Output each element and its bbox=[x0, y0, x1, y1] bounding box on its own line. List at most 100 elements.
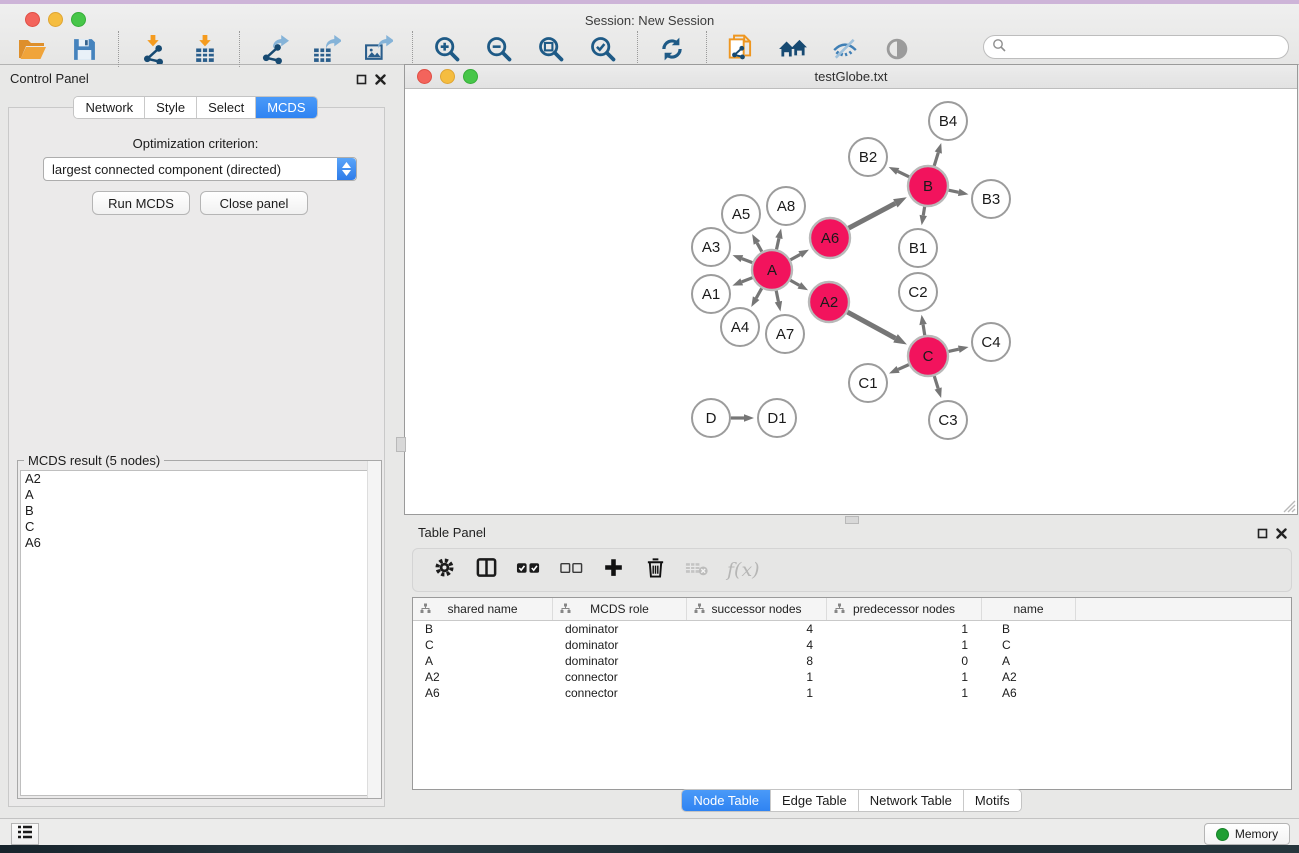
add-row-button[interactable] bbox=[601, 557, 625, 583]
result-item[interactable]: C bbox=[21, 519, 378, 535]
tab-edge-table[interactable]: Edge Table bbox=[771, 790, 859, 811]
graph-node-A[interactable]: A bbox=[752, 250, 792, 290]
table-cell: A2 bbox=[413, 670, 553, 684]
graph-node-A5[interactable]: A5 bbox=[722, 195, 760, 233]
column-header-name[interactable]: name bbox=[982, 598, 1076, 620]
float-panel-icon[interactable] bbox=[356, 72, 367, 90]
open-session-icon[interactable] bbox=[16, 33, 48, 65]
graph-node-B2[interactable]: B2 bbox=[849, 138, 887, 176]
horizontal-splitter-handle[interactable] bbox=[845, 516, 859, 524]
tab-style[interactable]: Style bbox=[145, 97, 197, 118]
graph-node-B4[interactable]: B4 bbox=[929, 102, 967, 140]
table-cell: 1 bbox=[827, 670, 982, 684]
status-bar bbox=[0, 818, 1299, 846]
graph-node-A7[interactable]: A7 bbox=[766, 315, 804, 353]
table-cell: A6 bbox=[982, 686, 1076, 700]
table-row[interactable]: Bdominator41B bbox=[413, 621, 1291, 637]
criterion-selected-value: largest connected component (directed) bbox=[44, 162, 337, 177]
result-item[interactable]: A bbox=[21, 487, 378, 503]
graph-node-D1[interactable]: D1 bbox=[758, 399, 796, 437]
graph-node-C4[interactable]: C4 bbox=[972, 323, 1010, 361]
search-box bbox=[983, 35, 1289, 59]
tab-network-table[interactable]: Network Table bbox=[859, 790, 964, 811]
table-toolbar-icons: f(x) bbox=[412, 548, 1292, 592]
show-panels-list-button[interactable] bbox=[11, 823, 39, 845]
save-session-icon[interactable] bbox=[68, 33, 100, 65]
function-builder-icon: f(x) bbox=[727, 559, 760, 581]
refresh-network-icon[interactable] bbox=[656, 33, 688, 65]
tab-motifs[interactable]: Motifs bbox=[964, 790, 1021, 811]
column-header-shared-name[interactable]: shared name bbox=[413, 598, 553, 620]
delete-row-button[interactable] bbox=[643, 557, 667, 583]
clone-network-icon[interactable] bbox=[725, 33, 757, 65]
zoom-in-icon[interactable] bbox=[431, 33, 463, 65]
hide-graphics-details-icon[interactable] bbox=[829, 33, 861, 65]
table-row[interactable]: Adominator80A bbox=[413, 653, 1291, 669]
table-settings-button[interactable] bbox=[432, 557, 456, 583]
graph-node-C1[interactable]: C1 bbox=[849, 364, 887, 402]
table-cell: A6 bbox=[413, 686, 553, 700]
graph-node-B1[interactable]: B1 bbox=[899, 229, 937, 267]
import-table-icon[interactable] bbox=[189, 33, 221, 65]
zoom-fit-icon[interactable] bbox=[535, 33, 567, 65]
run-mcds-button[interactable]: Run MCDS bbox=[92, 191, 190, 215]
network-canvas[interactable]: B4 B2 B B3 A8A5 A6 A3 B1 A C2 A1 A2 A4 A7 C4 C C1 D D1 C3 bbox=[405, 89, 1297, 514]
show-graphics-details-icon[interactable] bbox=[881, 33, 913, 65]
export-image-icon[interactable] bbox=[362, 33, 394, 65]
unselect-all-button[interactable] bbox=[559, 557, 583, 583]
zoom-out-icon[interactable] bbox=[483, 33, 515, 65]
resize-grip-icon[interactable] bbox=[1280, 497, 1296, 513]
memory-button[interactable]: Memory bbox=[1204, 823, 1290, 845]
app-titlebar: Session: New Session bbox=[0, 4, 1299, 65]
result-item[interactable]: A6 bbox=[21, 535, 378, 551]
export-table-icon[interactable] bbox=[310, 33, 342, 65]
graph-node-C[interactable]: C bbox=[908, 336, 948, 376]
import-network-icon[interactable] bbox=[137, 33, 169, 65]
table-row[interactable]: A2connector11A2 bbox=[413, 669, 1291, 685]
graph-node-D[interactable]: D bbox=[692, 399, 730, 437]
select-all-button[interactable] bbox=[516, 557, 541, 583]
graph-node-A2[interactable]: A2 bbox=[809, 282, 849, 322]
graph-node-B[interactable]: B bbox=[908, 166, 948, 206]
result-item[interactable]: A2 bbox=[21, 471, 378, 487]
graph-node-A8[interactable]: A8 bbox=[767, 187, 805, 225]
tab-select[interactable]: Select bbox=[197, 97, 256, 118]
optimization-criterion-label: Optimization criterion: bbox=[8, 136, 383, 151]
table-row[interactable]: A6connector11A6 bbox=[413, 685, 1291, 701]
close-panel-icon[interactable] bbox=[375, 72, 386, 90]
svg-text:B2: B2 bbox=[859, 149, 877, 166]
float-panel-icon[interactable] bbox=[1257, 526, 1268, 544]
search-input[interactable] bbox=[1011, 38, 1288, 56]
close-panel-button[interactable]: Close panel bbox=[200, 191, 308, 215]
memory-status-icon bbox=[1216, 828, 1229, 841]
split-panel-button[interactable] bbox=[474, 557, 498, 583]
criterion-select[interactable]: largest connected component (directed) bbox=[43, 157, 357, 181]
table-row[interactable]: Cdominator41C bbox=[413, 637, 1291, 653]
graph-node-B3[interactable]: B3 bbox=[972, 180, 1010, 218]
graph-node-C2[interactable]: C2 bbox=[899, 273, 937, 311]
svg-text:A4: A4 bbox=[731, 319, 749, 336]
tab-mcds[interactable]: MCDS bbox=[256, 97, 316, 118]
graph-node-A4[interactable]: A4 bbox=[721, 308, 759, 346]
graph-node-C3[interactable]: C3 bbox=[929, 401, 967, 439]
column-header-successor-nodes[interactable]: successor nodes bbox=[687, 598, 827, 620]
control-panel-tabs: NetworkStyleSelectMCDS bbox=[73, 96, 317, 119]
vertical-splitter-handle[interactable] bbox=[396, 437, 406, 452]
column-header-MCDS-role[interactable]: MCDS role bbox=[553, 598, 687, 620]
svg-text:D: D bbox=[706, 410, 717, 427]
tab-node-table[interactable]: Node Table bbox=[682, 790, 771, 811]
table-cell: 1 bbox=[827, 638, 982, 652]
graph-node-A6[interactable]: A6 bbox=[810, 218, 850, 258]
export-network-icon[interactable] bbox=[258, 33, 290, 65]
column-header-predecessor-nodes[interactable]: predecessor nodes bbox=[827, 598, 982, 620]
result-item[interactable]: B bbox=[21, 503, 378, 519]
result-scrollbar[interactable] bbox=[367, 461, 381, 798]
graph-node-A1[interactable]: A1 bbox=[692, 275, 730, 313]
zoom-selected-icon[interactable] bbox=[587, 33, 619, 65]
home-layout-icon[interactable] bbox=[777, 33, 809, 65]
column-header-label: predecessor nodes bbox=[853, 602, 955, 616]
tab-network[interactable]: Network bbox=[74, 97, 145, 118]
close-panel-icon[interactable] bbox=[1276, 526, 1287, 544]
table-cell: dominator bbox=[553, 654, 687, 668]
graph-node-A3[interactable]: A3 bbox=[692, 228, 730, 266]
